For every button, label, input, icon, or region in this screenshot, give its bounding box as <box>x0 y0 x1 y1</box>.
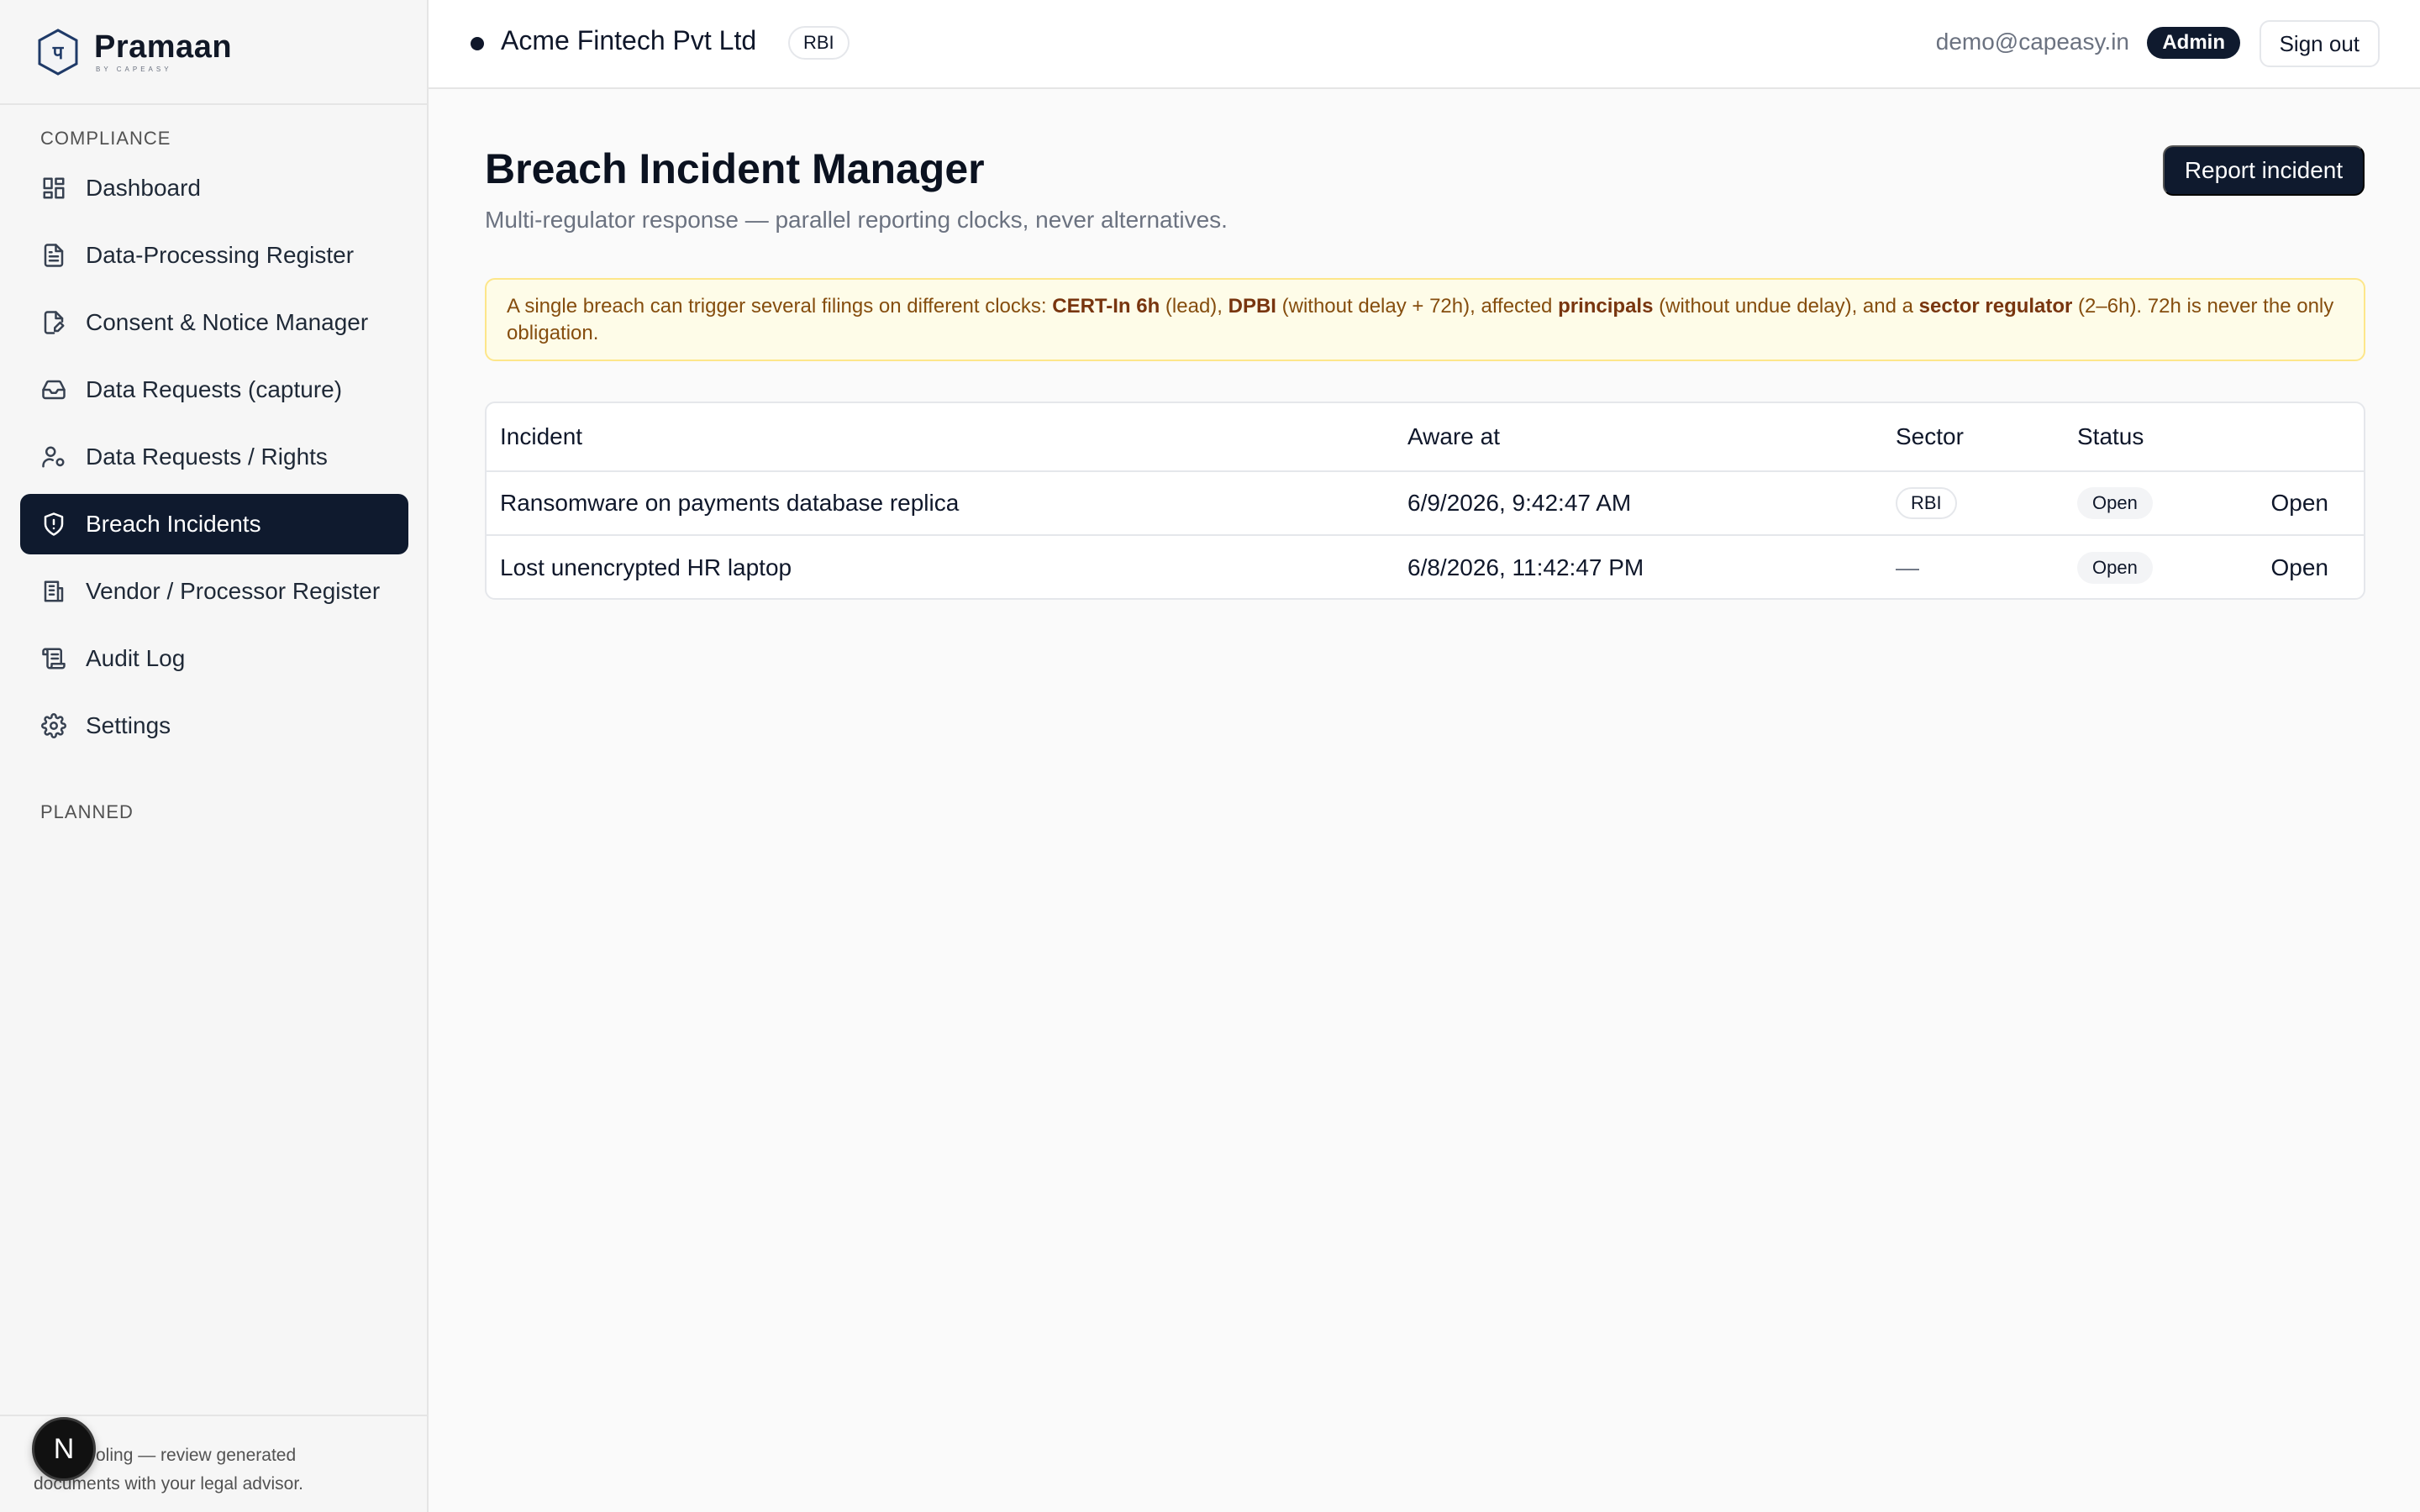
notice-cert-in: CERT-In 6h <box>1052 295 1160 318</box>
table-row: Lost unencrypted HR laptop 6/8/2026, 11:… <box>487 536 2364 598</box>
section-label-compliance: COMPLIANCE <box>40 128 171 149</box>
notice-sector-regulator: sector regulator <box>1918 295 2073 318</box>
aware-at: 6/8/2026, 11:42:47 PM <box>1407 554 1644 580</box>
notice-text: A single breach can trigger several fili… <box>507 295 1053 318</box>
edit-document-icon <box>40 309 67 336</box>
sidebar-item-breach-incidents[interactable]: Breach Incidents <box>20 494 408 554</box>
sidebar-item-label: Data Requests (capture) <box>86 376 343 402</box>
table-header-row: Incident Aware at Sector Status <box>487 403 2364 472</box>
table-row: Ransomware on payments database replica … <box>487 472 2364 536</box>
column-header-aware-at: Aware at <box>1407 423 1500 449</box>
sidebar-item-label: Audit Log <box>86 645 186 671</box>
inbox-icon <box>40 376 67 403</box>
sign-out-button[interactable]: Sign out <box>2259 20 2380 67</box>
dev-tools-button[interactable]: N <box>32 1417 96 1481</box>
status-badge: Open <box>2077 487 2153 519</box>
incident-name: Lost unencrypted HR laptop <box>500 554 792 580</box>
dashboard-icon <box>40 175 67 202</box>
gear-icon <box>40 712 67 739</box>
sector-empty: — <box>1896 554 1919 580</box>
status-badge: Open <box>2077 552 2153 584</box>
sidebar-item-data-requests-rights[interactable]: Data Requests / Rights <box>20 427 408 487</box>
sidebar-item-settings[interactable]: Settings <box>20 696 408 756</box>
sidebar-item-consent-notice-manager[interactable]: Consent & Notice Manager <box>20 292 408 353</box>
sector-cell: RBI <box>1896 472 1957 534</box>
page-title: Breach Incident Manager <box>485 145 985 192</box>
org-sector-badge: RBI <box>788 26 850 60</box>
sidebar-item-dashboard[interactable]: Dashboard <box>20 158 408 218</box>
org-status-dot <box>471 37 484 50</box>
notice-principals: principals <box>1558 295 1654 318</box>
column-header-sector: Sector <box>1896 423 1964 449</box>
notice-text: (lead), <box>1160 295 1228 318</box>
user-email: demo@capeasy.in <box>1935 29 2129 55</box>
sidebar-nav: Dashboard Data-Processing Register Conse… <box>20 158 408 763</box>
document-icon <box>40 242 67 269</box>
shield-alert-icon <box>40 511 67 538</box>
notice-dpbi: DPBI <box>1228 295 1276 318</box>
sidebar-item-label: Vendor / Processor Register <box>86 578 381 604</box>
sidebar-item-data-requests-capture[interactable]: Data Requests (capture) <box>20 360 408 420</box>
pramaan-logo-icon: प <box>38 28 78 76</box>
sidebar-item-label: Data-Processing Register <box>86 242 355 268</box>
column-header-status: Status <box>2077 423 2144 449</box>
sidebar-item-label: Data Requests / Rights <box>86 444 328 470</box>
open-incident-link[interactable]: Open <box>2271 472 2329 534</box>
sidebar-item-label: Breach Incidents <box>86 511 261 537</box>
building-icon <box>40 578 67 605</box>
top-bar: Acme Fintech Pvt Ltd RBI demo@capeasy.in… <box>429 0 2420 89</box>
disclaimer-line-2: documents with your legal advisor. <box>34 1474 303 1494</box>
scroll-icon <box>40 645 67 672</box>
aware-at: 6/9/2026, 9:42:47 AM <box>1407 490 1632 516</box>
section-label-planned: PLANNED <box>40 801 134 822</box>
report-incident-button[interactable]: Report incident <box>2163 145 2365 196</box>
sidebar-item-audit-log[interactable]: Audit Log <box>20 628 408 689</box>
column-header-incident: Incident <box>500 423 583 449</box>
notice-text: (without delay + 72h), affected <box>1276 295 1559 318</box>
incidents-table: Incident Aware at Sector Status Ransomwa… <box>485 402 2365 600</box>
role-badge: Admin <box>2147 27 2240 59</box>
brand-name: Pramaan <box>94 29 233 65</box>
org-name: Acme Fintech Pvt Ltd <box>501 25 757 55</box>
notice-text: (without undue delay), and a <box>1653 295 1919 318</box>
sidebar: प Pramaan BY CAPEASY COMPLIANCE Dashboar… <box>0 0 429 1512</box>
sidebar-item-vendor-processor-register[interactable]: Vendor / Processor Register <box>20 561 408 622</box>
sidebar-item-label: Consent & Notice Manager <box>86 309 369 335</box>
status-cell: Open <box>2077 536 2153 598</box>
brand-tagline: BY CAPEASY <box>96 65 172 73</box>
multi-regulator-notice: A single breach can trigger several fili… <box>485 278 2365 361</box>
svg-text:प: प <box>52 43 65 64</box>
sidebar-item-label: Dashboard <box>86 175 201 201</box>
incident-name: Ransomware on payments database replica <box>500 490 960 516</box>
sector-badge: RBI <box>1896 487 1957 519</box>
page-subtitle: Multi-regulator response — parallel repo… <box>485 207 1228 233</box>
sidebar-item-data-processing-register[interactable]: Data-Processing Register <box>20 225 408 286</box>
brand[interactable]: प Pramaan BY CAPEASY <box>0 0 427 105</box>
sidebar-item-label: Settings <box>86 712 171 738</box>
open-incident-link[interactable]: Open <box>2271 536 2329 598</box>
user-settings-icon <box>40 444 67 470</box>
status-cell: Open <box>2077 472 2153 534</box>
